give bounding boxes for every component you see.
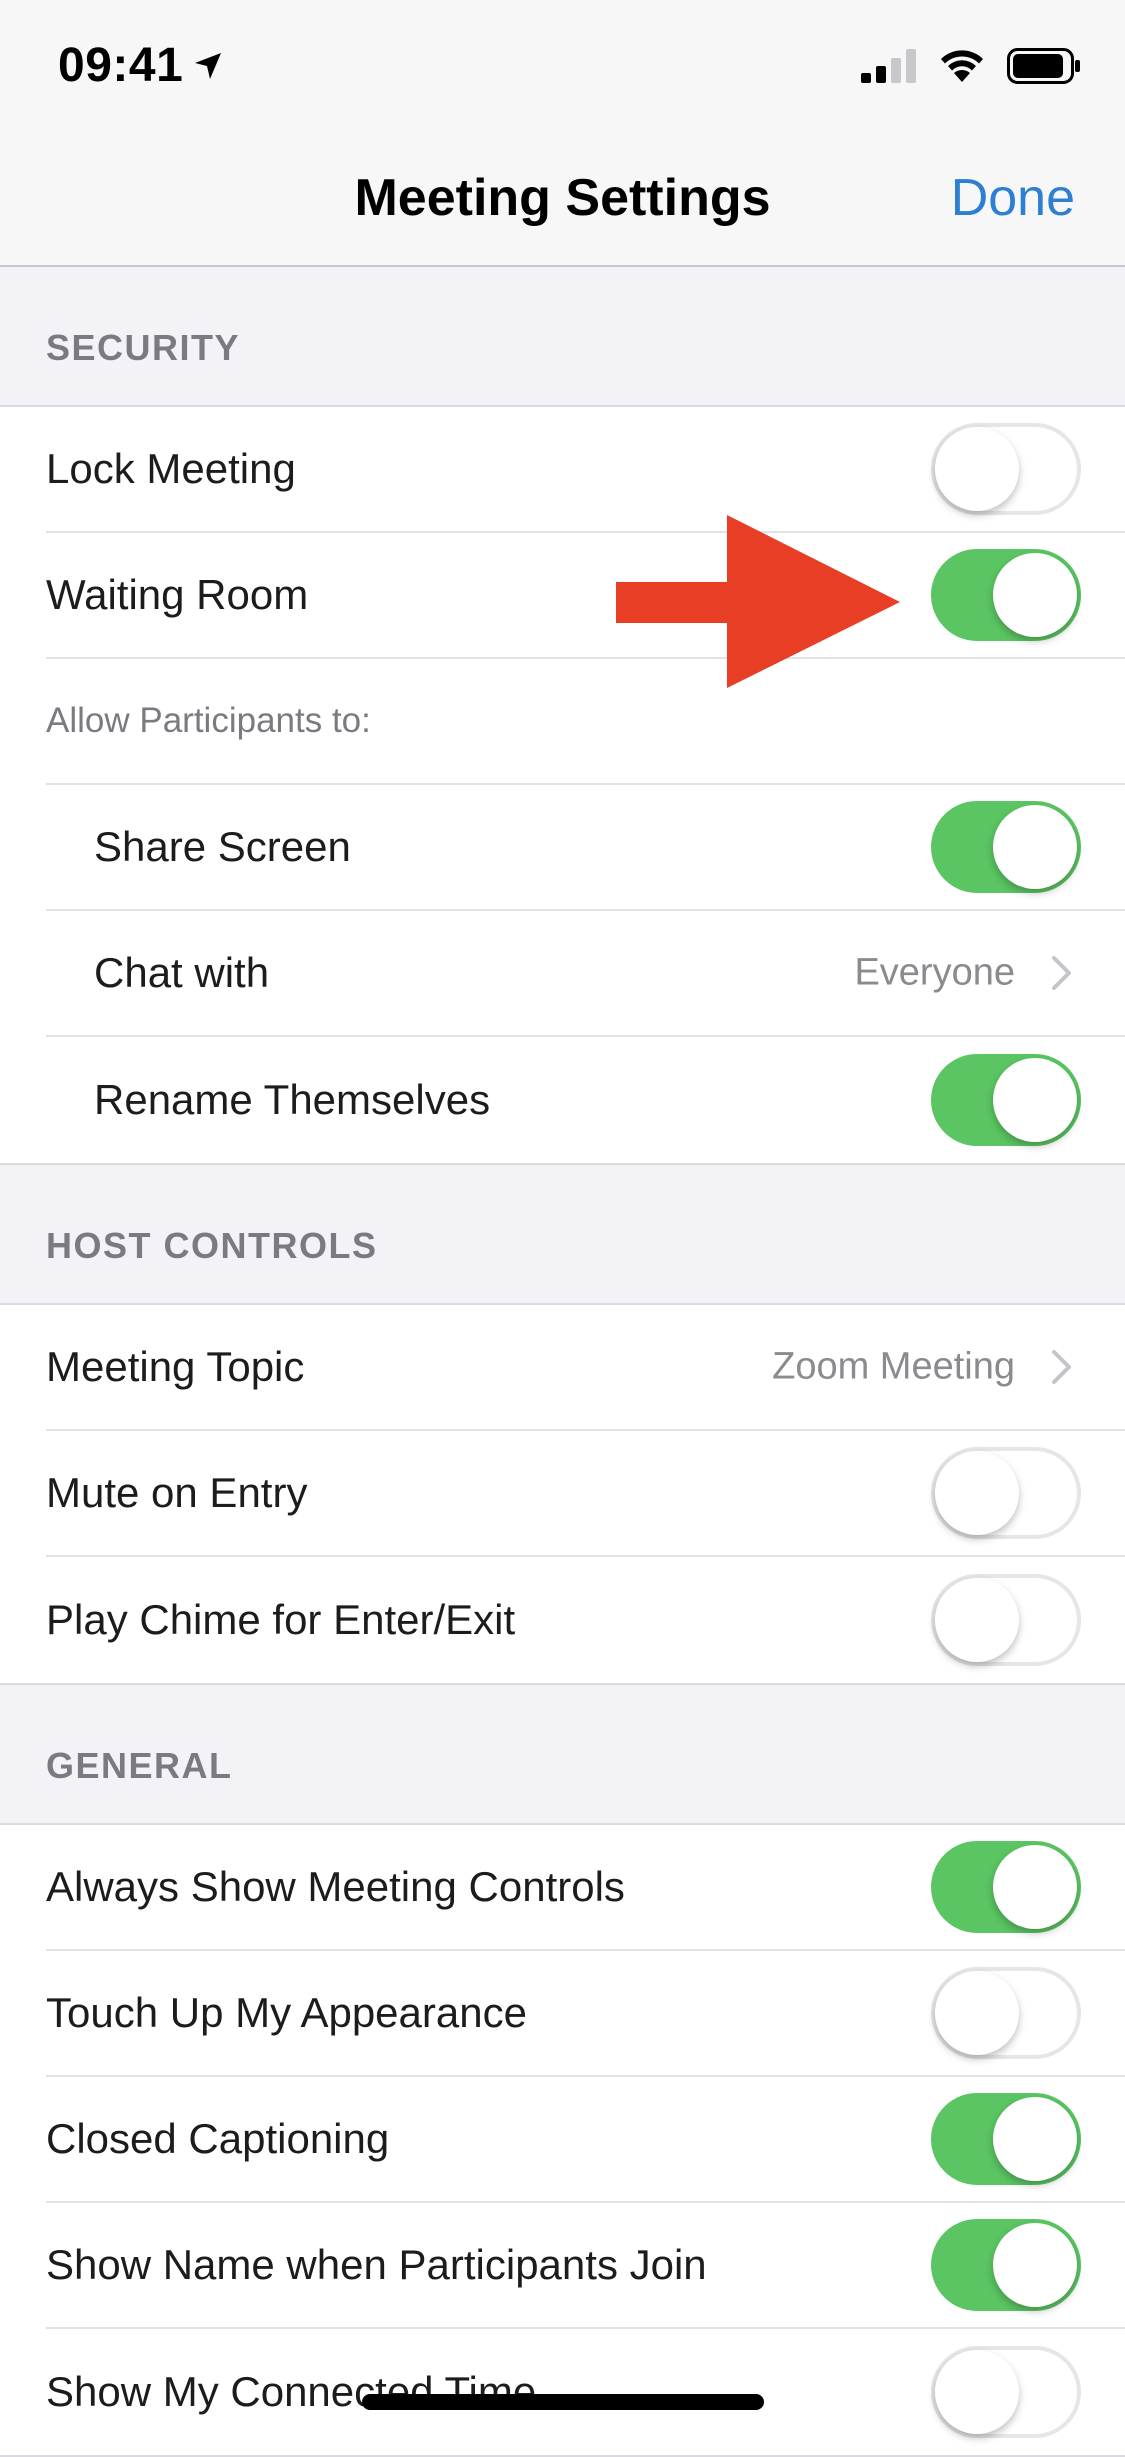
waiting-room-toggle[interactable] — [931, 549, 1081, 641]
lock-meeting-row: Lock Meeting — [46, 407, 1125, 533]
toggle-knob — [993, 2223, 1077, 2307]
play-chime-row: Play Chime for Enter/Exit — [46, 1557, 1125, 1683]
rename-themselves-row: Rename Themselves — [46, 1037, 1125, 1163]
mute-on-entry-row: Mute on Entry — [46, 1431, 1125, 1557]
toggle-knob — [935, 1451, 1019, 1535]
toggle-knob — [993, 553, 1077, 637]
status-time: 09:41 — [58, 38, 223, 93]
share-screen-label: Share Screen — [94, 823, 351, 870]
touch-up-toggle[interactable] — [931, 1967, 1081, 2059]
closed-captioning-label: Closed Captioning — [46, 2115, 390, 2162]
show-name-join-toggle[interactable] — [931, 2219, 1081, 2311]
battery-icon — [1007, 48, 1080, 84]
toggle-knob — [935, 427, 1019, 511]
section-header-security-text: SECURITY — [46, 327, 241, 368]
chat-with-value: Everyone — [854, 951, 1015, 994]
chat-with-label: Chat with — [94, 949, 270, 996]
allow-participants-row: Allow Participants to: — [46, 659, 1125, 785]
home-indicator[interactable] — [362, 2394, 764, 2410]
share-screen-row: Share Screen — [46, 785, 1125, 911]
chevron-right-icon — [1052, 1350, 1071, 1384]
red-arrow-annotation-icon — [616, 515, 900, 688]
toggle-knob — [993, 1058, 1077, 1142]
mute-on-entry-label: Mute on Entry — [46, 1469, 308, 1516]
status-time-text: 09:41 — [58, 39, 184, 92]
wifi-icon — [941, 50, 983, 82]
meeting-topic-row[interactable]: Meeting Topic Zoom Meeting — [46, 1305, 1125, 1431]
chevron-right-icon — [1052, 956, 1071, 990]
play-chime-toggle[interactable] — [931, 1574, 1081, 1666]
show-connected-time-row: Show My Connected Time — [46, 2329, 1125, 2455]
section-header-general: GENERAL — [0, 1685, 1125, 1825]
always-show-controls-toggle[interactable] — [931, 1841, 1081, 1933]
closed-captioning-row: Closed Captioning — [46, 2077, 1125, 2203]
always-show-controls-row: Always Show Meeting Controls — [46, 1825, 1125, 1951]
mute-on-entry-toggle[interactable] — [931, 1447, 1081, 1539]
toggle-knob — [993, 2097, 1077, 2181]
allow-participants-label: Allow Participants to: — [46, 701, 371, 740]
section-header-security: SECURITY — [0, 267, 1125, 407]
waiting-room-label: Waiting Room — [46, 571, 309, 618]
toggle-knob — [935, 2350, 1019, 2434]
show-name-join-row: Show Name when Participants Join — [46, 2203, 1125, 2329]
done-button[interactable]: Done — [951, 168, 1075, 228]
always-show-controls-label: Always Show Meeting Controls — [46, 1863, 625, 1910]
cellular-signal-icon — [861, 49, 916, 83]
toggle-knob — [935, 1578, 1019, 1662]
toggle-knob — [993, 1845, 1077, 1929]
closed-captioning-toggle[interactable] — [931, 2093, 1081, 2185]
waiting-room-row: Waiting Room — [46, 533, 1125, 659]
host-controls-group: Meeting Topic Zoom Meeting Mute on Entry… — [0, 1305, 1125, 1685]
toggle-knob — [935, 1971, 1019, 2055]
touch-up-label: Touch Up My Appearance — [46, 1989, 527, 2036]
settings-list: SECURITY Lock Meeting Waiting Room Allow… — [0, 267, 1125, 2457]
status-icons — [861, 48, 1081, 84]
security-group: Lock Meeting Waiting Room Allow Particip… — [0, 407, 1125, 1165]
section-header-host-controls: HOST CONTROLS — [0, 1165, 1125, 1305]
navigation-bar: Meeting Settings Done — [0, 130, 1125, 267]
lock-meeting-toggle[interactable] — [931, 423, 1081, 515]
toggle-knob — [993, 805, 1077, 889]
section-header-general-text: GENERAL — [46, 1745, 233, 1786]
status-bar: 09:41 — [0, 0, 1125, 130]
meeting-topic-value: Zoom Meeting — [772, 1345, 1015, 1388]
show-name-join-label: Show Name when Participants Join — [46, 2241, 707, 2288]
rename-themselves-toggle[interactable] — [931, 1054, 1081, 1146]
chat-with-row[interactable]: Chat with Everyone — [46, 911, 1125, 1037]
rename-themselves-label: Rename Themselves — [94, 1076, 491, 1123]
location-arrow-icon — [195, 52, 222, 79]
play-chime-label: Play Chime for Enter/Exit — [46, 1596, 516, 1643]
share-screen-toggle[interactable] — [931, 801, 1081, 893]
lock-meeting-label: Lock Meeting — [46, 445, 296, 492]
general-group: Always Show Meeting Controls Touch Up My… — [0, 1825, 1125, 2457]
show-connected-time-toggle[interactable] — [931, 2346, 1081, 2438]
touch-up-row: Touch Up My Appearance — [46, 1951, 1125, 2077]
section-header-host-controls-text: HOST CONTROLS — [46, 1225, 378, 1266]
meeting-topic-label: Meeting Topic — [46, 1343, 305, 1390]
